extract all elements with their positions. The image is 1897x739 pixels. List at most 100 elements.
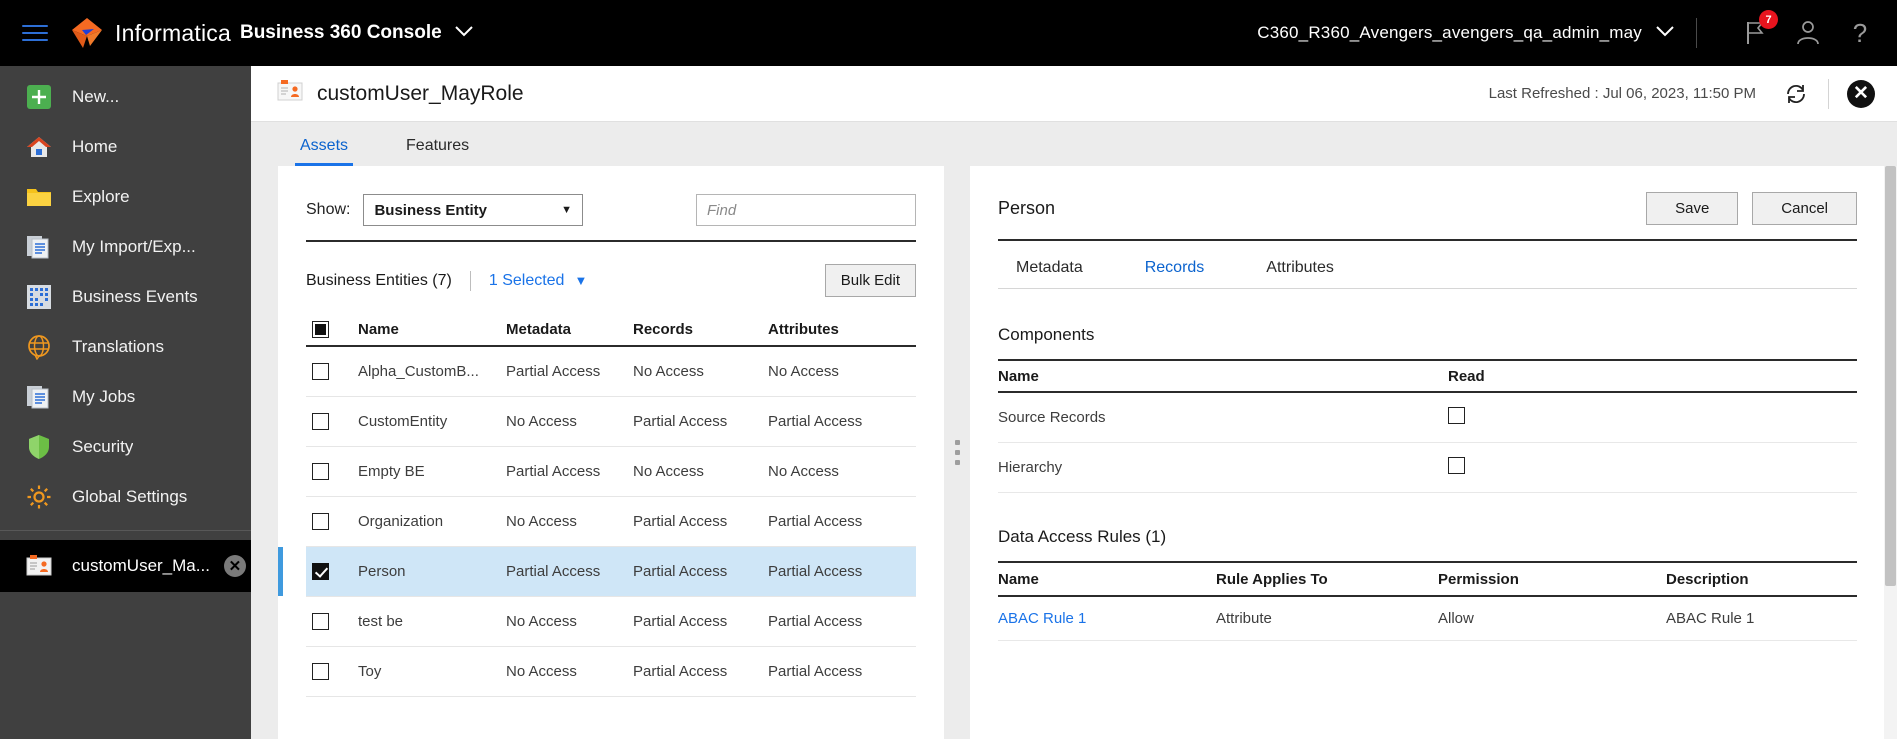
- data-access-rules-table: Name Rule Applies To Permission Descript…: [998, 561, 1857, 641]
- row-checkbox[interactable]: [312, 513, 329, 530]
- sidebar-item-label: Translations: [72, 337, 164, 356]
- read-checkbox[interactable]: [1448, 457, 1465, 474]
- table-row[interactable]: CustomEntity No Access Partial Access Pa…: [306, 397, 916, 447]
- cell-name: Empty BE: [358, 463, 425, 480]
- row-checkbox[interactable]: [312, 413, 329, 430]
- sidebar-item-label: Home: [72, 137, 118, 156]
- cell-component-name: Hierarchy: [998, 459, 1063, 476]
- row-checkbox-cell: [306, 563, 358, 580]
- column-header-name: Name: [358, 320, 399, 338]
- save-button[interactable]: Save: [1646, 192, 1739, 225]
- tab-features[interactable]: Features: [401, 137, 474, 166]
- row-checkbox-cell: [306, 463, 358, 480]
- cell-description: ABAC Rule 1: [1666, 610, 1755, 627]
- business-entities-table: Name Metadata Records Attributes Alpha_C…: [278, 313, 916, 697]
- show-select[interactable]: Business Entity ▼: [363, 194, 583, 226]
- sidebar-item-business-events[interactable]: Business Events: [0, 272, 251, 322]
- dar-name-link[interactable]: ABAC Rule 1: [998, 610, 1216, 627]
- table-row-selected[interactable]: Person Partial Access Partial Access Par…: [278, 547, 916, 597]
- row-checkbox[interactable]: [312, 613, 329, 630]
- topbar-divider: [1696, 18, 1697, 48]
- topbar-right: C360_R360_Avengers_avengers_qa_admin_may…: [1257, 10, 1897, 48]
- flag-icon[interactable]: 7: [1741, 10, 1778, 48]
- sidebar-item-label: Business Events: [72, 287, 198, 306]
- selected-filter[interactable]: 1 Selected: [489, 272, 565, 290]
- help-icon[interactable]: ?: [1845, 18, 1875, 48]
- body: New... Home Explore My Import/Exp... Bus…: [0, 66, 1897, 739]
- refresh-icon[interactable]: [1782, 80, 1810, 108]
- sidebar-item-label: Global Settings: [72, 487, 188, 506]
- cell-name: CustomEntity: [358, 413, 448, 430]
- find-input[interactable]: [696, 194, 916, 226]
- cell-name: Alpha_CustomB...: [358, 363, 479, 380]
- table-row[interactable]: Alpha_CustomB... Partial Access No Acces…: [306, 347, 916, 397]
- cell-records: Partial Access: [633, 513, 728, 530]
- tab-records[interactable]: Records: [1139, 259, 1211, 288]
- details-scrollbar[interactable]: [1884, 166, 1897, 739]
- details-title: Person: [998, 198, 1056, 218]
- table-row[interactable]: Organization No Access Partial Access Pa…: [306, 497, 916, 547]
- hamburger-icon[interactable]: [22, 20, 48, 46]
- row-checkbox[interactable]: [312, 663, 329, 680]
- details-right-pane: Person Save Cancel Metadata Records Attr…: [970, 166, 1897, 739]
- sidebar-item-my-import-export[interactable]: My Import/Exp...: [0, 222, 251, 272]
- sidebar: New... Home Explore My Import/Exp... Bus…: [0, 66, 251, 739]
- pane-splitter[interactable]: [944, 166, 970, 739]
- close-icon[interactable]: ✕: [1847, 79, 1875, 108]
- sidebar-item-new[interactable]: New...: [0, 72, 251, 122]
- cell-attributes: Partial Access: [768, 413, 863, 430]
- informatica-logo-icon: [70, 16, 104, 50]
- read-checkbox[interactable]: [1448, 407, 1465, 424]
- sidebar-item-label: My Jobs: [72, 387, 136, 406]
- row-checkbox[interactable]: [312, 363, 329, 380]
- row-checkbox-cell: [306, 663, 358, 680]
- cell-metadata: Partial Access: [506, 563, 601, 580]
- cell-metadata: No Access: [506, 413, 577, 430]
- shield-icon: [24, 432, 54, 462]
- row-checkbox[interactable]: [312, 563, 329, 580]
- sidebar-item-label: Security: [72, 437, 134, 456]
- tab-metadata[interactable]: Metadata: [1010, 259, 1089, 288]
- components-table: Name Read Source Records Hierarchy: [998, 359, 1857, 493]
- cell-records: No Access: [633, 363, 704, 380]
- page-title: customUser_MayRole: [317, 81, 524, 105]
- table-row[interactable]: Toy No Access Partial Access Partial Acc…: [306, 647, 916, 697]
- chevron-down-icon[interactable]: [454, 24, 473, 42]
- business-entities-count: Business Entities (7): [306, 271, 452, 289]
- scrollbar-thumb[interactable]: [1885, 166, 1896, 586]
- table-row[interactable]: Empty BE Partial Access No Access No Acc…: [306, 447, 916, 497]
- components-header-row: Name Read: [998, 359, 1857, 393]
- main-content: customUser_MayRole Last Refreshed : Jul …: [251, 66, 1897, 739]
- selected-chevron-down-icon[interactable]: ▼: [574, 273, 587, 288]
- sidebar-open-tab-customuser[interactable]: customUser_Ma... ✕: [0, 540, 251, 592]
- cell-attributes: Partial Access: [768, 563, 863, 580]
- tab-attributes[interactable]: Attributes: [1260, 259, 1340, 288]
- sidebar-item-home[interactable]: Home: [0, 122, 251, 172]
- bulk-edit-button[interactable]: Bulk Edit: [824, 264, 916, 297]
- row-checkbox[interactable]: [312, 463, 329, 480]
- brand-name: Informatica: [115, 19, 231, 46]
- tab-assets[interactable]: Assets: [295, 137, 354, 166]
- column-header-attributes: Attributes: [768, 320, 839, 338]
- org-chevron-down-icon[interactable]: [1656, 24, 1674, 42]
- org-name: C360_R360_Avengers_avengers_qa_admin_may: [1257, 23, 1642, 42]
- column-header-name: Name: [998, 367, 1039, 385]
- select-all-checkbox[interactable]: [312, 320, 329, 338]
- user-icon[interactable]: [1793, 18, 1823, 48]
- sidebar-item-translations[interactable]: Translations: [0, 322, 251, 372]
- sidebar-item-my-jobs[interactable]: My Jobs: [0, 372, 251, 422]
- documents-icon: [24, 232, 54, 262]
- sidebar-item-global-settings[interactable]: Global Settings: [0, 472, 251, 522]
- details-header: Person Save Cancel: [970, 166, 1897, 225]
- cell-records: Partial Access: [633, 663, 728, 680]
- close-icon[interactable]: ✕: [223, 555, 246, 577]
- gear-icon: [24, 482, 54, 512]
- table-row[interactable]: test be No Access Partial Access Partial…: [306, 597, 916, 647]
- cell-component-name: Source Records: [998, 409, 1106, 426]
- column-header-name: Name: [998, 570, 1039, 588]
- select-all-checkbox-cell: [306, 320, 358, 338]
- sidebar-item-explore[interactable]: Explore: [0, 172, 251, 222]
- sidebar-item-security[interactable]: Security: [0, 422, 251, 472]
- cancel-button[interactable]: Cancel: [1752, 192, 1857, 225]
- sidebar-item-label: New...: [72, 87, 120, 106]
